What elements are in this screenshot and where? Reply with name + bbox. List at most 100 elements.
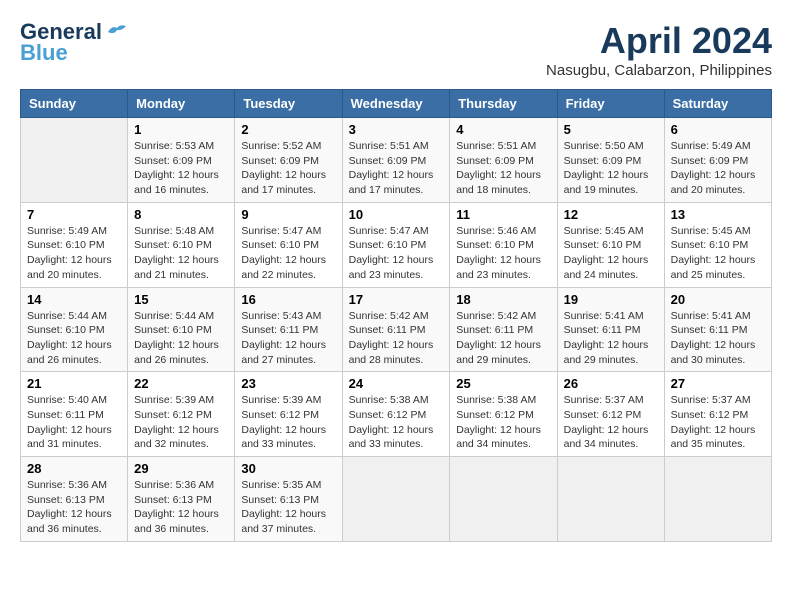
- day-info: Sunrise: 5:45 AMSunset: 6:10 PMDaylight:…: [564, 224, 658, 283]
- col-header-sunday: Sunday: [21, 90, 128, 118]
- day-info: Sunrise: 5:44 AMSunset: 6:10 PMDaylight:…: [27, 309, 121, 368]
- calendar-cell: [21, 118, 128, 203]
- day-info: Sunrise: 5:36 AMSunset: 6:13 PMDaylight:…: [27, 478, 121, 537]
- col-header-saturday: Saturday: [664, 90, 771, 118]
- day-number: 12: [564, 207, 658, 222]
- calendar-cell: 20 Sunrise: 5:41 AMSunset: 6:11 PMDayligh…: [664, 287, 771, 372]
- page-header: General Blue April 2024 Nasugbu, Calabar…: [20, 20, 772, 79]
- calendar-table: SundayMondayTuesdayWednesdayThursdayFrid…: [20, 89, 772, 542]
- day-number: 22: [134, 376, 228, 391]
- calendar-cell: 14 Sunrise: 5:44 AMSunset: 6:10 PMDayligh…: [21, 287, 128, 372]
- day-number: 13: [671, 207, 765, 222]
- day-info: Sunrise: 5:41 AMSunset: 6:11 PMDaylight:…: [671, 309, 765, 368]
- day-info: Sunrise: 5:51 AMSunset: 6:09 PMDaylight:…: [456, 139, 550, 198]
- calendar-cell: [557, 457, 664, 542]
- logo-bird-icon: [106, 23, 128, 41]
- calendar-cell: 1 Sunrise: 5:53 AMSunset: 6:09 PMDaylight…: [128, 118, 235, 203]
- day-number: 4: [456, 122, 550, 137]
- calendar-cell: 22 Sunrise: 5:39 AMSunset: 6:12 PMDayligh…: [128, 372, 235, 457]
- calendar-cell: 27Sunrise: 5:37 AMSunset: 6:12 PMDayligh…: [664, 372, 771, 457]
- day-info: Sunrise: 5:40 AMSunset: 6:11 PMDaylight:…: [27, 393, 121, 452]
- day-info: Sunrise: 5:50 AMSunset: 6:09 PMDaylight:…: [564, 139, 658, 198]
- day-number: 9: [241, 207, 335, 222]
- calendar-cell: 11 Sunrise: 5:46 AMSunset: 6:10 PMDayligh…: [450, 202, 557, 287]
- day-number: 28: [27, 461, 121, 476]
- calendar-cell: 5 Sunrise: 5:50 AMSunset: 6:09 PMDaylight…: [557, 118, 664, 203]
- day-info: Sunrise: 5:38 AMSunset: 6:12 PMDaylight:…: [456, 393, 550, 452]
- calendar-cell: 7 Sunrise: 5:49 AMSunset: 6:10 PMDaylight…: [21, 202, 128, 287]
- col-header-thursday: Thursday: [450, 90, 557, 118]
- calendar-cell: 8 Sunrise: 5:48 AMSunset: 6:10 PMDaylight…: [128, 202, 235, 287]
- calendar-cell: 21 Sunrise: 5:40 AMSunset: 6:11 PMDayligh…: [21, 372, 128, 457]
- day-info: Sunrise: 5:45 AMSunset: 6:10 PMDaylight:…: [671, 224, 765, 283]
- day-info: Sunrise: 5:51 AMSunset: 6:09 PMDaylight:…: [349, 139, 444, 198]
- day-number: 26: [564, 376, 658, 391]
- day-number: 1: [134, 122, 228, 137]
- day-info: Sunrise: 5:42 AMSunset: 6:11 PMDaylight:…: [456, 309, 550, 368]
- calendar-cell: 12 Sunrise: 5:45 AMSunset: 6:10 PMDayligh…: [557, 202, 664, 287]
- day-info: Sunrise: 5:38 AMSunset: 6:12 PMDaylight:…: [349, 393, 444, 452]
- day-number: 14: [27, 292, 121, 307]
- logo-blue: Blue: [20, 40, 68, 66]
- day-number: 20: [671, 292, 765, 307]
- calendar-cell: 6 Sunrise: 5:49 AMSunset: 6:09 PMDaylight…: [664, 118, 771, 203]
- day-info: Sunrise: 5:43 AMSunset: 6:11 PMDaylight:…: [241, 309, 335, 368]
- day-number: 21: [27, 376, 121, 391]
- week-row-4: 21 Sunrise: 5:40 AMSunset: 6:11 PMDayligh…: [21, 372, 772, 457]
- day-number: 24: [349, 376, 444, 391]
- day-number: 5: [564, 122, 658, 137]
- calendar-cell: 4 Sunrise: 5:51 AMSunset: 6:09 PMDaylight…: [450, 118, 557, 203]
- calendar-cell: 28 Sunrise: 5:36 AMSunset: 6:13 PMDayligh…: [21, 457, 128, 542]
- day-number: 8: [134, 207, 228, 222]
- day-info: Sunrise: 5:53 AMSunset: 6:09 PMDaylight:…: [134, 139, 228, 198]
- day-number: 15: [134, 292, 228, 307]
- day-info: Sunrise: 5:48 AMSunset: 6:10 PMDaylight:…: [134, 224, 228, 283]
- calendar-cell: 25 Sunrise: 5:38 AMSunset: 6:12 PMDayligh…: [450, 372, 557, 457]
- calendar-cell: 23 Sunrise: 5:39 AMSunset: 6:12 PMDayligh…: [235, 372, 342, 457]
- day-info: Sunrise: 5:35 AMSunset: 6:13 PMDaylight:…: [241, 478, 335, 537]
- day-info: Sunrise: 5:47 AMSunset: 6:10 PMDaylight:…: [349, 224, 444, 283]
- day-info: Sunrise: 5:44 AMSunset: 6:10 PMDaylight:…: [134, 309, 228, 368]
- day-number: 19: [564, 292, 658, 307]
- day-number: 7: [27, 207, 121, 222]
- calendar-cell: 19 Sunrise: 5:41 AMSunset: 6:11 PMDayligh…: [557, 287, 664, 372]
- week-row-5: 28 Sunrise: 5:36 AMSunset: 6:13 PMDayligh…: [21, 457, 772, 542]
- calendar-cell: 13 Sunrise: 5:45 AMSunset: 6:10 PMDayligh…: [664, 202, 771, 287]
- location-subtitle: Nasugbu, Calabarzon, Philippines: [546, 62, 772, 79]
- calendar-cell: [664, 457, 771, 542]
- day-number: 25: [456, 376, 550, 391]
- logo: General Blue: [20, 20, 128, 66]
- day-number: 6: [671, 122, 765, 137]
- day-number: 2: [241, 122, 335, 137]
- day-info: Sunrise: 5:36 AMSunset: 6:13 PMDaylight:…: [134, 478, 228, 537]
- month-year-title: April 2024: [546, 20, 772, 62]
- day-number: 17: [349, 292, 444, 307]
- week-row-3: 14 Sunrise: 5:44 AMSunset: 6:10 PMDayligh…: [21, 287, 772, 372]
- day-number: 27: [671, 376, 765, 391]
- col-header-tuesday: Tuesday: [235, 90, 342, 118]
- col-header-friday: Friday: [557, 90, 664, 118]
- day-info: Sunrise: 5:49 AMSunset: 6:09 PMDaylight:…: [671, 139, 765, 198]
- calendar-cell: 17Sunrise: 5:42 AMSunset: 6:11 PMDayligh…: [342, 287, 450, 372]
- title-area: April 2024 Nasugbu, Calabarzon, Philippi…: [546, 20, 772, 79]
- calendar-cell: 30 Sunrise: 5:35 AMSunset: 6:13 PMDayligh…: [235, 457, 342, 542]
- calendar-cell: 15 Sunrise: 5:44 AMSunset: 6:10 PMDayligh…: [128, 287, 235, 372]
- week-row-1: 1 Sunrise: 5:53 AMSunset: 6:09 PMDaylight…: [21, 118, 772, 203]
- day-number: 30: [241, 461, 335, 476]
- calendar-cell: [450, 457, 557, 542]
- day-info: Sunrise: 5:41 AMSunset: 6:11 PMDaylight:…: [564, 309, 658, 368]
- day-number: 11: [456, 207, 550, 222]
- day-info: Sunrise: 5:39 AMSunset: 6:12 PMDaylight:…: [134, 393, 228, 452]
- day-info: Sunrise: 5:37 AMSunset: 6:12 PMDaylight:…: [564, 393, 658, 452]
- day-number: 10: [349, 207, 444, 222]
- day-info: Sunrise: 5:49 AMSunset: 6:10 PMDaylight:…: [27, 224, 121, 283]
- day-number: 3: [349, 122, 444, 137]
- day-number: 23: [241, 376, 335, 391]
- calendar-cell: 10 Sunrise: 5:47 AMSunset: 6:10 PMDayligh…: [342, 202, 450, 287]
- col-header-wednesday: Wednesday: [342, 90, 450, 118]
- day-number: 29: [134, 461, 228, 476]
- day-info: Sunrise: 5:52 AMSunset: 6:09 PMDaylight:…: [241, 139, 335, 198]
- day-info: Sunrise: 5:39 AMSunset: 6:12 PMDaylight:…: [241, 393, 335, 452]
- day-info: Sunrise: 5:46 AMSunset: 6:10 PMDaylight:…: [456, 224, 550, 283]
- col-header-monday: Monday: [128, 90, 235, 118]
